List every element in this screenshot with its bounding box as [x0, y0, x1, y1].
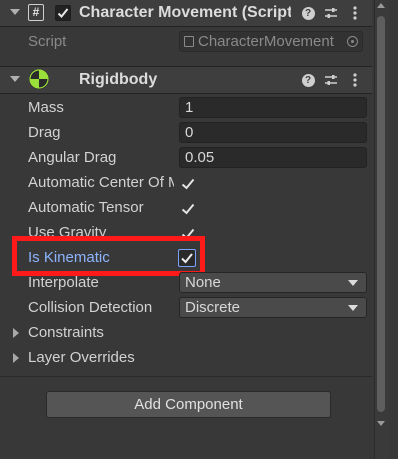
- script-value: CharacterMovement: [198, 33, 334, 50]
- script-component-header[interactable]: # Character Movement (Script) ?: [0, 0, 372, 27]
- script-object-field: CharacterMovement: [179, 31, 363, 52]
- interpolate-value: None: [185, 274, 221, 291]
- foldout-collapsed-icon[interactable]: [13, 328, 19, 338]
- angular-drag-field[interactable]: 0.05: [179, 147, 367, 168]
- help-icon[interactable]: ?: [300, 72, 316, 88]
- context-menu-icon[interactable]: [347, 72, 363, 88]
- presets-icon[interactable]: [323, 5, 339, 21]
- script-file-icon: [184, 36, 194, 47]
- context-menu-icon[interactable]: [347, 5, 363, 21]
- automatic-tensor-label: Automatic Tensor: [28, 199, 144, 216]
- foldout-expanded-icon[interactable]: [10, 9, 20, 15]
- collision-detection-dropdown[interactable]: Discrete: [179, 297, 367, 318]
- layer-overrides-foldout[interactable]: Layer Overrides: [28, 347, 135, 369]
- rigidbody-icon: [29, 69, 49, 89]
- scroll-up-arrow-icon[interactable]: [377, 3, 385, 8]
- is-kinematic-label: Is Kinematic: [28, 249, 110, 266]
- scrollbar-thumb[interactable]: [377, 16, 385, 412]
- automatic-center-of-mass-checkbox[interactable]: [179, 175, 197, 193]
- add-component-button[interactable]: Add Component: [46, 391, 331, 418]
- chevron-down-icon: [348, 305, 358, 311]
- interpolate-dropdown[interactable]: None: [179, 272, 367, 293]
- scroll-down-arrow-icon[interactable]: [377, 421, 385, 426]
- rigidbody-title: Rigidbody: [79, 71, 158, 88]
- drag-label: Drag: [28, 124, 61, 141]
- script-label: Script: [28, 33, 67, 50]
- drag-field[interactable]: 0: [179, 122, 367, 143]
- object-picker-icon[interactable]: [347, 36, 358, 47]
- foldout-expanded-icon[interactable]: [10, 76, 20, 82]
- chevron-down-icon: [348, 280, 358, 286]
- collision-detection-label: Collision Detection: [28, 299, 153, 316]
- automatic-tensor-checkbox[interactable]: [179, 200, 197, 218]
- interpolate-label: Interpolate: [28, 274, 99, 291]
- script-component-title: Character Movement (Script): [79, 4, 291, 21]
- constraints-foldout[interactable]: Constraints: [28, 322, 104, 344]
- presets-icon[interactable]: [323, 72, 339, 88]
- mass-label: Mass: [28, 99, 64, 116]
- is-kinematic-checkbox[interactable]: [178, 249, 196, 267]
- mass-field[interactable]: 1: [179, 97, 367, 118]
- rigidbody-header[interactable]: Rigidbody ?: [0, 66, 372, 94]
- script-hash-icon: #: [28, 4, 44, 21]
- help-icon[interactable]: ?: [300, 5, 316, 21]
- angular-drag-label: Angular Drag: [28, 149, 117, 166]
- automatic-center-of-mass-label: Automatic Center Of Mass: [28, 174, 174, 191]
- section-divider: [0, 376, 372, 377]
- collision-detection-value: Discrete: [185, 299, 241, 316]
- foldout-collapsed-icon[interactable]: [13, 353, 19, 363]
- script-enabled-checkbox[interactable]: [55, 5, 71, 21]
